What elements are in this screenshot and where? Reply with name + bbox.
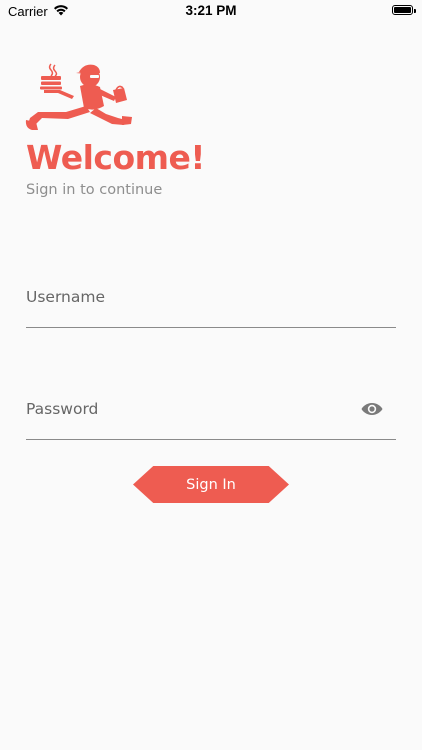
delivery-runner-cake-logo xyxy=(24,62,134,134)
login-screen: Carrier 3:21 PM Welcome! Sign in to cont… xyxy=(0,0,422,750)
username-field-container xyxy=(26,280,396,328)
sign-in-button[interactable]: Sign In xyxy=(133,466,289,503)
battery-nub xyxy=(414,8,416,13)
username-input[interactable] xyxy=(26,280,346,314)
eye-icon[interactable] xyxy=(360,399,384,419)
battery-icon xyxy=(392,5,416,15)
status-bar: Carrier 3:21 PM xyxy=(0,0,422,22)
password-input[interactable] xyxy=(26,392,346,426)
page-subtitle: Sign in to continue xyxy=(26,182,163,198)
battery-level xyxy=(394,7,411,13)
status-time: 3:21 PM xyxy=(185,3,237,18)
page-title: Welcome! xyxy=(26,138,205,177)
password-field-container xyxy=(26,392,396,440)
